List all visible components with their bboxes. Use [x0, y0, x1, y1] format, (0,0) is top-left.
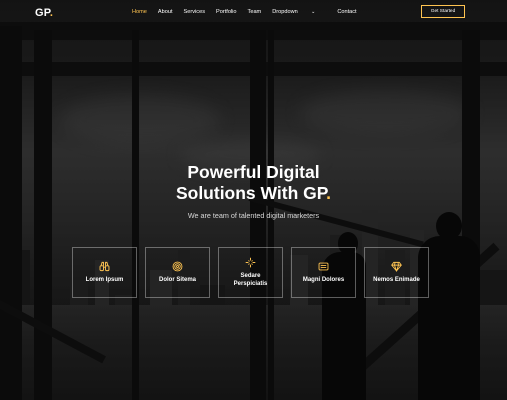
- icon-box-label: Magni Dolores: [302, 277, 345, 283]
- hero-title-line1: Powerful Digital: [187, 162, 320, 182]
- icon-boxes: Lorem Ipsum Dolor Sitema Sedare Perspici…: [72, 247, 437, 298]
- hero-title: Powerful Digital Solutions With GP.: [0, 162, 507, 204]
- nav-dropdown-label: Dropdown: [272, 9, 298, 15]
- binoculars-icon: [99, 261, 110, 272]
- get-started-button[interactable]: Get Started: [421, 5, 465, 18]
- calendar-4-week-icon: [245, 257, 256, 268]
- chevron-down-icon: ⌄: [309, 9, 316, 15]
- nav-contact[interactable]: Contact: [337, 9, 356, 15]
- hero-title-dot: .: [326, 183, 332, 203]
- main-nav: Home About Services Portfolio Team Dropd…: [132, 9, 368, 15]
- logo[interactable]: GP.: [35, 7, 53, 19]
- hero-subtitle: We are team of talented digital marketer…: [187, 211, 320, 220]
- icon-box-label: Sedare Perspiciatis: [233, 273, 268, 287]
- nav-team[interactable]: Team: [248, 9, 262, 15]
- site-header: GP. Home About Services Portfolio Team D…: [0, 0, 507, 26]
- bullseye-icon: [172, 261, 183, 272]
- nav-services[interactable]: Services: [184, 9, 205, 15]
- nav-portfolio[interactable]: Portfolio: [216, 9, 237, 15]
- icon-box-lorem-ipsum[interactable]: Lorem Ipsum: [72, 247, 137, 298]
- icon-box-sedare-perspiciatis[interactable]: Sedare Perspiciatis: [218, 247, 283, 298]
- nav-dropdown[interactable]: Dropdown ⌄: [272, 9, 326, 15]
- nav-about[interactable]: About: [158, 9, 173, 15]
- gem-icon: [391, 261, 402, 272]
- paint-bucket-icon: [318, 262, 329, 271]
- hero-title-line2: Solutions With GP: [175, 183, 327, 203]
- nav-home[interactable]: Home: [132, 9, 147, 15]
- icon-box-magni-dolores[interactable]: Magni Dolores: [291, 247, 356, 298]
- icon-box-nemos-enimade[interactable]: Nemos Enimade: [364, 247, 429, 298]
- icon-box-label: Lorem Ipsum: [85, 277, 124, 283]
- icon-box-label: Dolor Sitema: [158, 277, 196, 283]
- icon-box-dolor-sitema[interactable]: Dolor Sitema: [145, 247, 210, 298]
- icon-box-label: Nemos Enimade: [373, 277, 420, 283]
